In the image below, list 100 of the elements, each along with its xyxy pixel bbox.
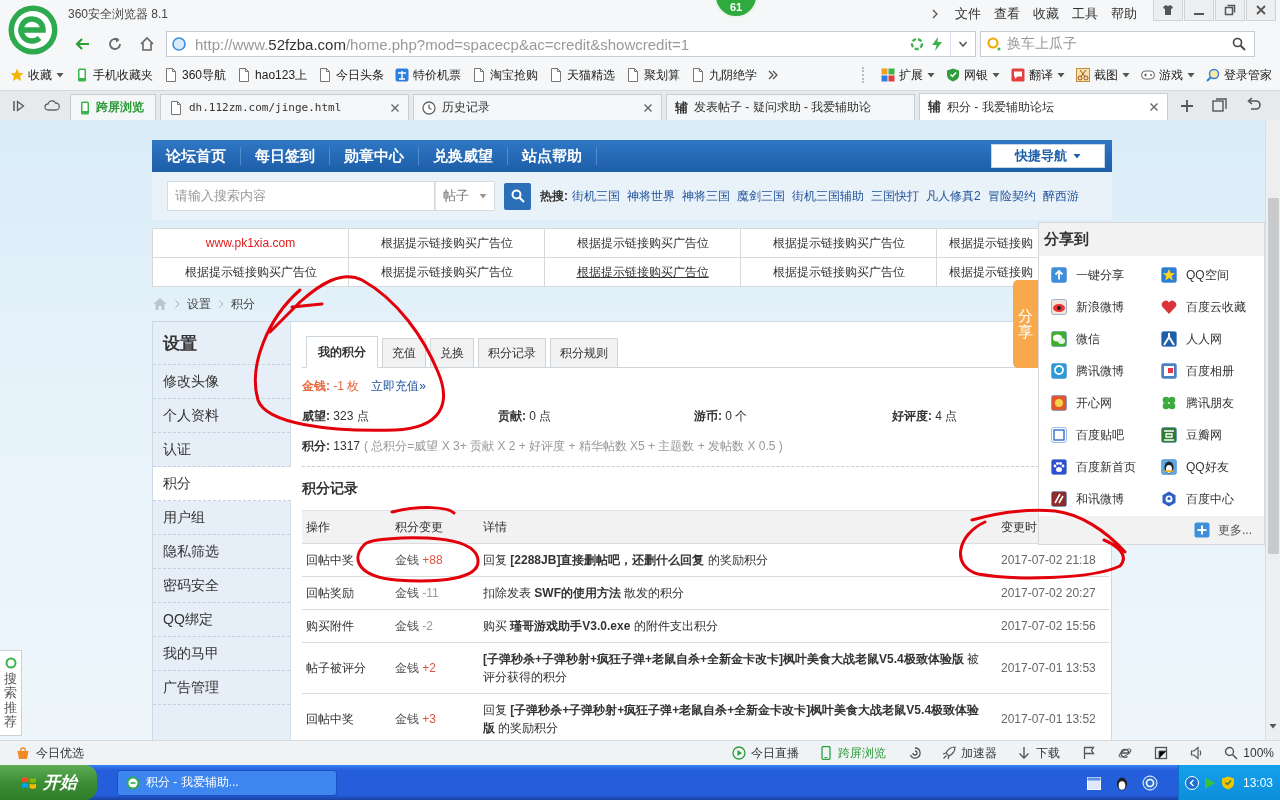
taskbar-button[interactable]: 积分 - 我爱辅助... xyxy=(117,769,337,796)
toolbar-button[interactable]: 游戏 xyxy=(1159,66,1183,84)
swirl-icon[interactable] xyxy=(908,746,923,760)
lightning-icon[interactable] xyxy=(930,37,944,51)
tab[interactable]: 兑换 xyxy=(430,338,474,368)
bookmark-link[interactable]: 手机收藏夹 xyxy=(93,66,153,84)
nav-link[interactable]: 兑换威望 xyxy=(419,147,508,165)
bookmark-link[interactable]: 九阴绝学 xyxy=(709,66,758,84)
sidebar-item[interactable]: 修改头像 xyxy=(153,365,290,399)
chevron-left-icon[interactable] xyxy=(1185,775,1199,790)
menu-item[interactable]: 帮助 xyxy=(1111,5,1137,23)
menu-item[interactable]: 工具 xyxy=(1072,5,1098,23)
status-link[interactable]: 今日优选 xyxy=(36,744,84,762)
hot-search-link[interactable]: 醉西游 xyxy=(1042,187,1079,205)
caret-down-icon[interactable] xyxy=(56,71,64,79)
status-button[interactable]: 加速器 xyxy=(961,744,998,762)
hot-search-link[interactable]: 魔剑三国 xyxy=(737,187,785,205)
start-button[interactable]: 开始 xyxy=(0,765,97,800)
dashed-ring-icon[interactable] xyxy=(910,37,924,51)
share-option[interactable]: 开心网 xyxy=(1051,387,1161,419)
toolbar-button[interactable]: 翻译 xyxy=(1029,66,1053,84)
more-share-button[interactable]: 更多... xyxy=(1194,521,1252,539)
sidebar-item[interactable]: 隐私筛选 xyxy=(153,535,290,569)
browser-tab[interactable]: dh.112zm.com/jinge.html xyxy=(160,94,409,120)
ad-slot-link[interactable]: 根据提示链接购 xyxy=(949,264,1033,279)
cloud-icon[interactable] xyxy=(44,97,60,113)
bookmark-link[interactable]: 天猫精选 xyxy=(567,66,616,84)
tab[interactable]: 充值 xyxy=(382,338,426,368)
nav-link[interactable]: 每日签到 xyxy=(241,147,330,165)
browser-e-icon[interactable] xyxy=(1118,746,1133,760)
scope-dropdown[interactable]: 帖子 xyxy=(435,181,495,211)
close-button[interactable] xyxy=(1246,0,1276,21)
chevron-right-icon[interactable] xyxy=(930,9,940,19)
share-option[interactable]: 腾讯微博 xyxy=(1051,355,1161,387)
share-option[interactable]: 百度相册 xyxy=(1161,355,1271,387)
sidebar-item[interactable]: 我的马甲 xyxy=(153,637,290,671)
caret-down-icon[interactable] xyxy=(927,71,935,79)
toolbar-button[interactable]: 扩展 xyxy=(899,66,923,84)
restore-button[interactable] xyxy=(1215,0,1245,21)
share-option[interactable]: 豆瓣网 xyxy=(1161,419,1271,451)
recharge-link[interactable]: 立即充值» xyxy=(371,377,427,395)
hot-search-link[interactable]: 三国快打 xyxy=(871,187,919,205)
reload-icon[interactable] xyxy=(107,36,123,52)
share-option[interactable]: 和讯微博 xyxy=(1051,483,1161,515)
breadcrumb-link[interactable]: 积分 xyxy=(231,295,255,313)
sidebar-item[interactable]: 用户组 xyxy=(153,501,290,535)
sidebar-item[interactable]: 密码安全 xyxy=(153,569,290,603)
browser-logo-icon[interactable] xyxy=(8,5,58,55)
close-icon[interactable] xyxy=(643,102,653,113)
browser-tab[interactable]: 辅 积分 - 我爱辅助论坛 xyxy=(919,93,1168,120)
close-icon[interactable] xyxy=(1149,102,1159,112)
share-option[interactable]: 百度贴吧 xyxy=(1051,419,1161,451)
search-button[interactable] xyxy=(504,182,531,210)
caret-down-icon[interactable] xyxy=(992,71,1000,79)
menu-item[interactable]: 查看 xyxy=(994,5,1020,23)
caret-down-icon[interactable] xyxy=(1269,722,1277,730)
ring-icon[interactable] xyxy=(1142,774,1158,791)
sidebar-item[interactable]: QQ绑定 xyxy=(153,603,290,637)
share-option[interactable]: 一键分享 xyxy=(1051,259,1161,291)
browser-tab[interactable]: 历史记录 xyxy=(413,94,662,120)
flag-icon[interactable] xyxy=(1082,746,1097,760)
toolbar-button[interactable]: 登录管家 xyxy=(1224,66,1272,84)
status-button[interactable]: 今日直播 xyxy=(751,744,800,762)
share-option[interactable]: 百度新首页 xyxy=(1051,451,1161,483)
search-icon[interactable] xyxy=(1232,37,1246,51)
bookmark-link[interactable]: hao123上 xyxy=(255,66,308,84)
ad-slot-link[interactable]: 根据提示链接购 xyxy=(949,235,1033,250)
sidebar-item[interactable]: 个人资料 xyxy=(153,399,290,433)
share-option[interactable]: 百度中心 xyxy=(1161,483,1271,515)
hot-search-link[interactable]: 神将三国 xyxy=(682,187,730,205)
bookmark-link[interactable]: 今日头条 xyxy=(336,66,385,84)
caret-down-icon[interactable] xyxy=(1187,71,1195,79)
chevrons-right-icon[interactable] xyxy=(768,70,779,80)
share-option[interactable]: 微信 xyxy=(1051,323,1161,355)
close-icon[interactable] xyxy=(390,102,400,113)
address-field[interactable]: http://www.52fzba.com/home.php?mod=spacecp&ac=credit&showcredit=1 xyxy=(166,31,976,57)
bookmark-link[interactable]: 淘宝抢购 xyxy=(490,66,539,84)
menu-item[interactable]: 文件 xyxy=(955,5,981,23)
nav-link[interactable]: 站点帮助 xyxy=(508,147,597,165)
hot-search-link[interactable]: 街机三国 xyxy=(572,187,620,205)
share-option[interactable]: QQ空间 xyxy=(1161,259,1271,291)
toolbar-button[interactable]: 网银 xyxy=(964,66,988,84)
skin-button[interactable] xyxy=(1153,0,1183,21)
scrollbar-thumb[interactable] xyxy=(1267,198,1279,554)
minimize-button[interactable] xyxy=(1184,0,1214,21)
quick-nav-button[interactable]: 快捷导航 xyxy=(991,144,1105,168)
tab[interactable]: 我的积分 xyxy=(306,336,378,368)
browser-tab[interactable]: 辅 发表帖子 - 疑问求助 - 我爱辅助论 xyxy=(666,94,915,120)
back-arrow-icon[interactable] xyxy=(75,36,91,52)
plus-icon[interactable] xyxy=(1180,99,1194,113)
zoom-level-button[interactable]: 100% xyxy=(1243,746,1274,760)
bookmark-link[interactable]: 聚划算 xyxy=(644,66,681,84)
nav-link[interactable]: 勋章中心 xyxy=(330,147,419,165)
breadcrumb-link[interactable]: 设置 xyxy=(187,295,211,313)
scrollbar[interactable] xyxy=(1265,120,1280,740)
hot-search-link[interactable]: 凡人修真2 xyxy=(926,187,981,205)
hot-search-link[interactable]: 冒险契约 xyxy=(987,187,1036,205)
tab[interactable]: 积分记录 xyxy=(478,338,546,368)
caret-down-icon[interactable] xyxy=(1122,71,1130,79)
bookmark-link[interactable]: 360导航 xyxy=(182,66,227,84)
